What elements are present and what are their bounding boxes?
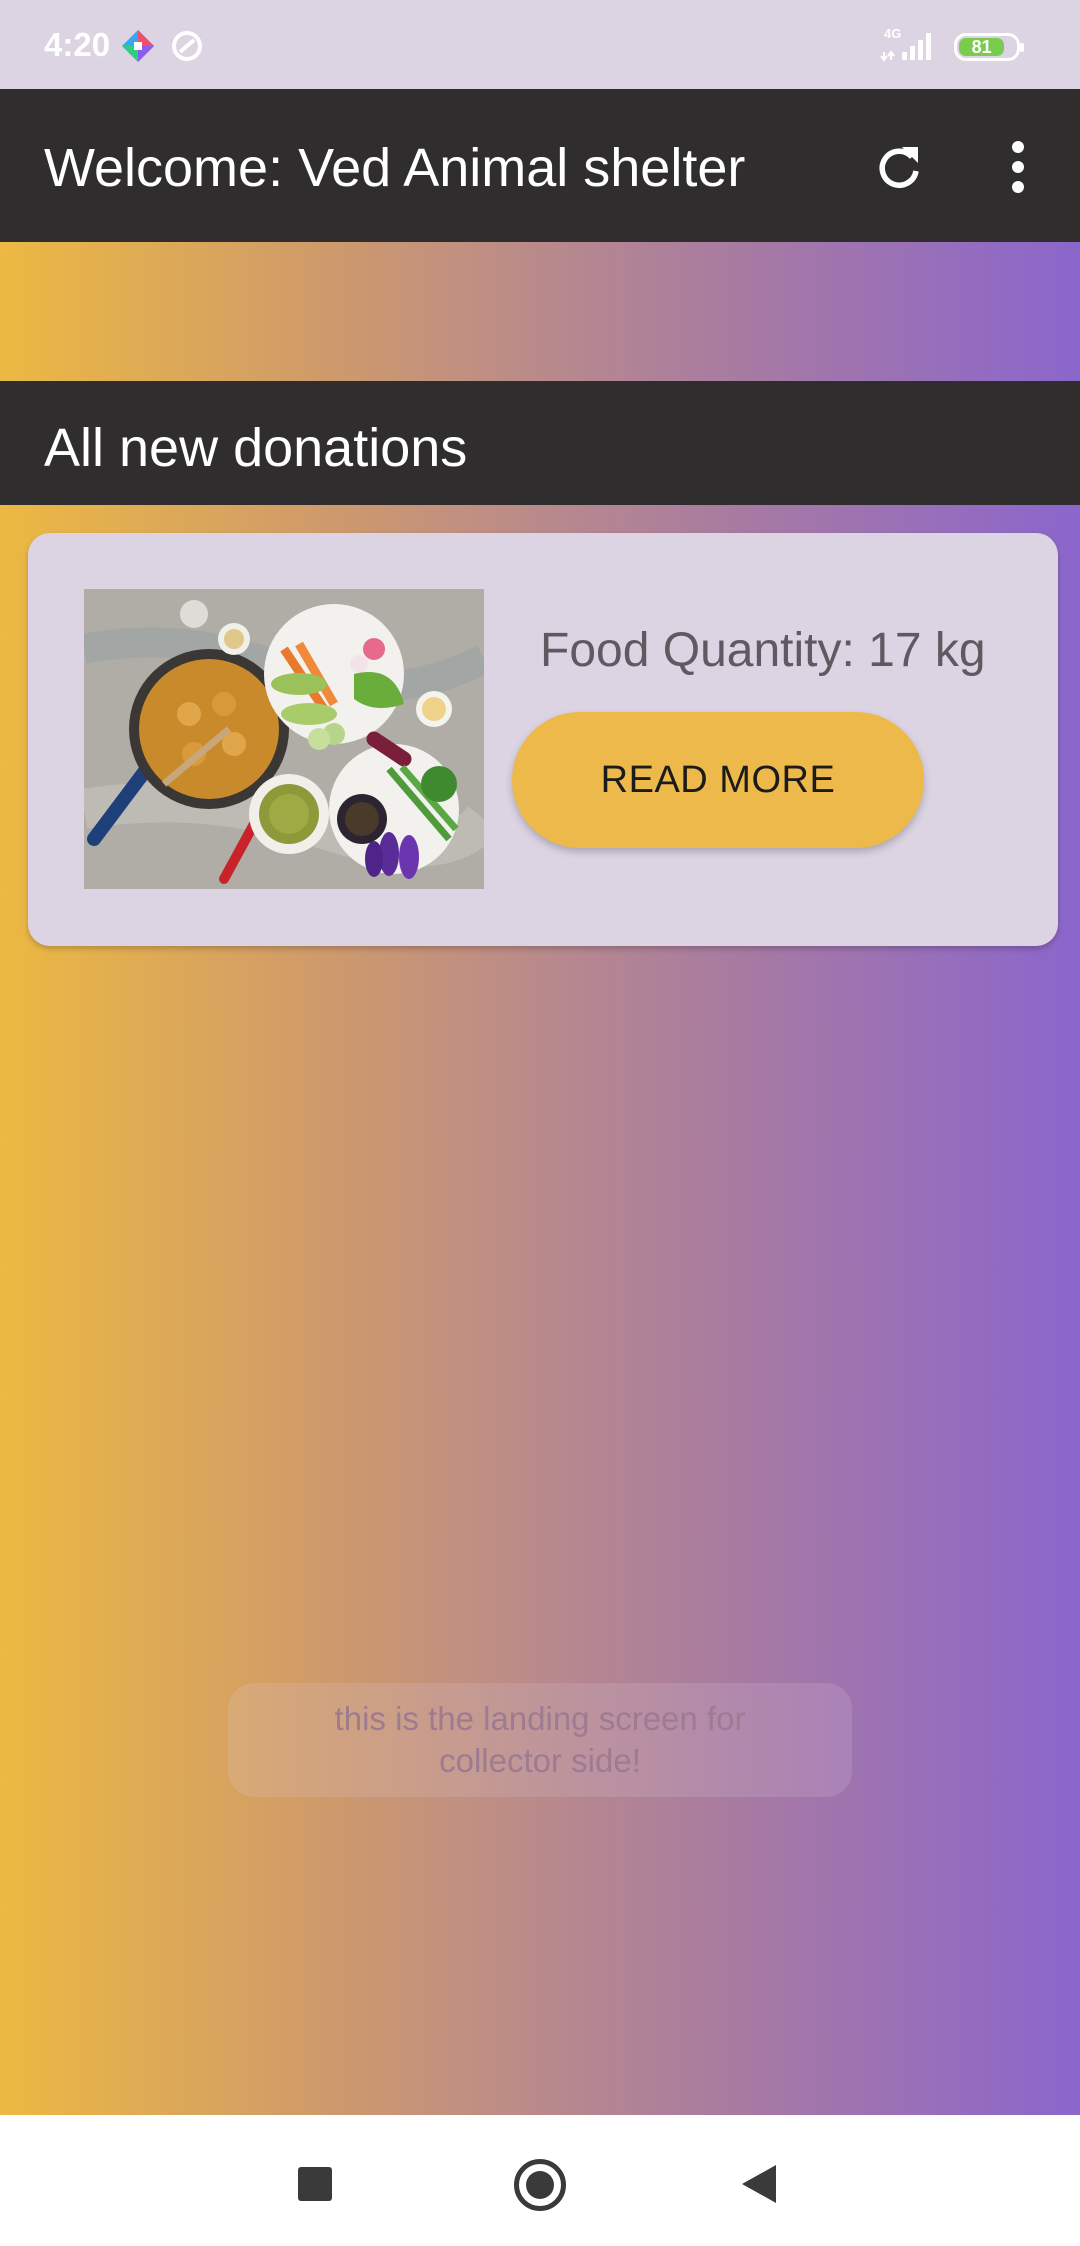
app-bar: Welcome: Ved Animal shelter: [0, 89, 1080, 242]
app-title: Welcome: Ved Animal shelter: [44, 138, 746, 198]
section-title: All new donations: [44, 418, 468, 478]
toast-message: this is the landing screen for collector…: [228, 1683, 852, 1797]
battery-level: 81: [959, 37, 1005, 57]
sync-icon: [172, 31, 202, 61]
back-icon[interactable]: [742, 2165, 776, 2203]
food-image: [84, 589, 484, 889]
home-icon[interactable]: [514, 2159, 566, 2211]
content-area: All new donations Food Quantity: 17 kg R…: [0, 242, 1080, 2115]
navigation-bar: [0, 2115, 1080, 2246]
toast-text: this is the landing screen for collector…: [334, 1700, 746, 1779]
recent-apps-icon[interactable]: [298, 2167, 332, 2201]
battery-icon: 81: [954, 33, 1024, 61]
signal-icon: [880, 33, 931, 62]
food-quantity: Food Quantity: 17 kg: [540, 624, 986, 677]
read-more-button[interactable]: READ MORE: [512, 712, 924, 848]
app-notification-icon: [122, 30, 154, 62]
more-vert-icon[interactable]: [1000, 139, 1036, 195]
refresh-icon[interactable]: [872, 141, 926, 195]
status-bar: 4:20 4G 81: [0, 0, 1080, 89]
donation-card[interactable]: Food Quantity: 17 kg READ MORE: [28, 533, 1058, 946]
status-time: 4:20: [44, 26, 111, 63]
section-header: All new donations: [0, 381, 1080, 505]
